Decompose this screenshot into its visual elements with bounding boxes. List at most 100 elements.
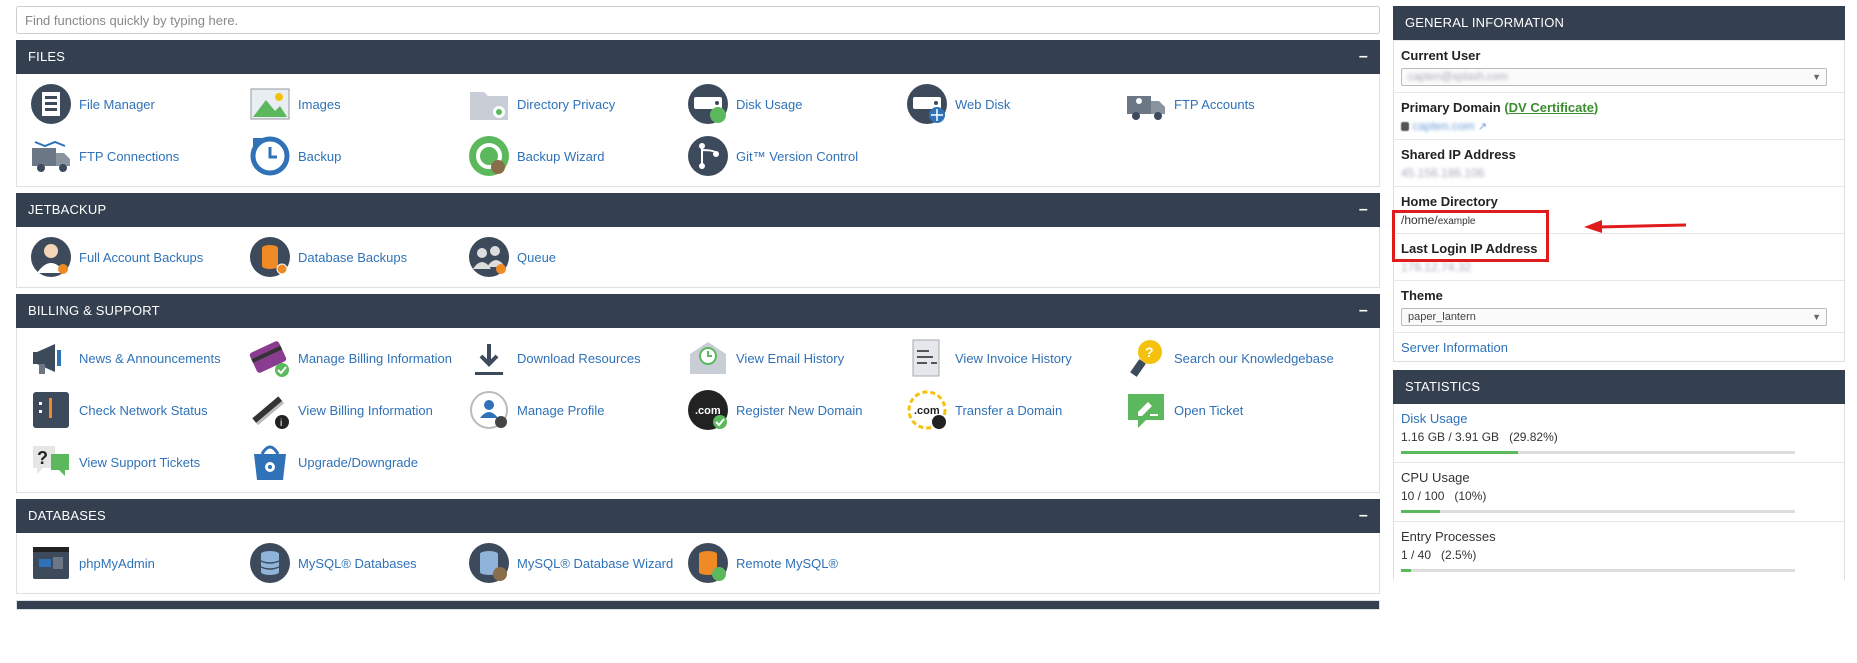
tool-full-account-backups[interactable]: Full Account Backups <box>29 231 248 283</box>
theme-select[interactable]: paper_lantern ▼ <box>1401 308 1827 326</box>
tool-billing-information[interactable]: i View Billing Information <box>248 384 467 436</box>
last-login-row: Last Login IP Address 176.12.74.32 <box>1394 233 1844 280</box>
disk-usage-stat: Disk Usage 1.16 GB / 3.91 GB (29.82%) <box>1394 404 1844 462</box>
tool-label: phpMyAdmin <box>79 555 155 571</box>
tool-label: Backup <box>298 148 342 164</box>
database-backups-icon <box>250 237 290 277</box>
collapse-icon[interactable]: – <box>1359 294 1368 328</box>
tool-label: Open Ticket <box>1174 402 1244 418</box>
tool-transfer-domain[interactable]: .com Transfer a Domain <box>905 384 1124 436</box>
tool-label: View Invoice History <box>955 350 1072 366</box>
tool-web-disk[interactable]: Web Disk <box>905 78 1124 130</box>
tool-news-announcements[interactable]: News & Announcements <box>29 332 248 384</box>
home-directory-user: example <box>1437 216 1476 227</box>
svg-text:i: i <box>280 418 282 429</box>
jetbackup-items: Full Account Backups Database Backups Queu… <box>17 227 1379 287</box>
register-domain-icon: .com <box>688 390 728 430</box>
open-ticket-icon <box>1128 394 1164 428</box>
tool-mysql-wizard[interactable]: MySQL® Database Wizard <box>467 537 686 589</box>
collapse-icon[interactable]: – <box>1359 499 1368 533</box>
tool-phpmyadmin[interactable]: phpMyAdmin <box>29 537 248 589</box>
tool-label: Register New Domain <box>736 402 863 418</box>
current-user-row: Current User capten@splash.com ▼ <box>1394 40 1844 92</box>
entry-processes-value: 1 / 40 <box>1401 548 1432 562</box>
tool-queue[interactable]: Queue <box>467 231 686 283</box>
chevron-down-icon: ▼ <box>1812 72 1821 82</box>
next-panel-bar[interactable] <box>17 601 1379 609</box>
panel-title: FILES <box>28 49 66 64</box>
tool-upgrade-downgrade[interactable]: Upgrade/Downgrade <box>248 436 467 488</box>
tool-support-tickets[interactable]: ? View Support Tickets <box>29 436 248 488</box>
tool-label: Backup Wizard <box>517 148 605 164</box>
dv-certificate-link[interactable]: DV Certificate <box>1509 100 1594 115</box>
files-panel: FILES – File Manager Images Directory Priv… <box>16 40 1380 187</box>
cpu-usage-percent: (10%) <box>1454 489 1487 503</box>
svg-text:?: ? <box>1145 344 1154 360</box>
tool-manage-profile[interactable]: Manage Profile <box>467 384 686 436</box>
tool-label: Full Account Backups <box>79 249 204 265</box>
tool-label: News & Announcements <box>79 350 221 366</box>
tool-label: Transfer a Domain <box>955 402 1063 418</box>
tool-label: Git™ Version Control <box>736 148 859 164</box>
invoice-history-icon <box>912 339 940 377</box>
transfer-domain-icon: .com <box>907 390 947 430</box>
shared-ip-row: Shared IP Address 45.156.186.106 <box>1394 139 1844 186</box>
tool-label: Remote MySQL® <box>736 555 839 571</box>
primary-domain-link[interactable]: capten.com <box>1412 119 1474 133</box>
tool-backup[interactable]: Backup <box>248 130 467 182</box>
search-input[interactable] <box>16 6 1380 34</box>
tool-remote-mysql[interactable]: Remote MySQL® <box>686 537 905 589</box>
sidebar: GENERAL INFORMATION Current User capten@… <box>1393 6 1845 588</box>
databases-panel-header[interactable]: DATABASES – <box>16 499 1380 533</box>
directory-privacy-icon <box>470 92 508 120</box>
jetbackup-panel: JETBACKUP – Full Account Backups Database… <box>16 193 1380 288</box>
cpu-usage-bar <box>1401 510 1795 513</box>
tool-images[interactable]: Images <box>248 78 467 130</box>
tool-label: Manage Profile <box>517 402 605 418</box>
tool-knowledgebase[interactable]: ? Search our Knowledgebase <box>1124 332 1343 384</box>
collapse-icon[interactable]: – <box>1359 40 1368 74</box>
backup-icon <box>250 136 290 176</box>
disk-usage-value: 1.16 GB / 3.91 GB <box>1401 430 1500 444</box>
tool-label: Directory Privacy <box>517 96 616 112</box>
tool-file-manager[interactable]: File Manager <box>29 78 248 130</box>
disk-usage-percent: (29.82%) <box>1509 430 1558 444</box>
tool-ftp-accounts[interactable]: FTP Accounts <box>1124 78 1343 130</box>
disk-usage-link[interactable]: Disk Usage <box>1401 411 1837 426</box>
news-announcements-icon <box>33 344 61 374</box>
tool-backup-wizard[interactable]: Backup Wizard <box>467 130 686 182</box>
dv-close-paren: ) <box>1593 100 1599 115</box>
files-items: File Manager Images Directory Privacy Disk … <box>17 74 1379 186</box>
tool-disk-usage[interactable]: Disk Usage <box>686 78 905 130</box>
tool-network-status[interactable]: Check Network Status <box>29 384 248 436</box>
files-panel-header[interactable]: FILES – <box>16 40 1380 74</box>
tool-register-domain[interactable]: .com Register New Domain <box>686 384 905 436</box>
tool-ftp-connections[interactable]: FTP Connections <box>29 130 248 182</box>
collapse-icon[interactable]: – <box>1359 193 1368 227</box>
current-user-select[interactable]: capten@splash.com ▼ <box>1401 68 1827 86</box>
tool-git-version-control[interactable]: Git™ Version Control <box>686 130 905 182</box>
home-directory-prefix: /home/ <box>1401 213 1438 227</box>
tool-email-history[interactable]: View Email History <box>686 332 905 384</box>
general-information-header: GENERAL INFORMATION <box>1393 6 1845 40</box>
ftp-accounts-icon <box>1127 96 1165 120</box>
annotation-arrow-icon <box>1584 220 1687 233</box>
tool-label: Download Resources <box>517 350 641 366</box>
cpu-usage-stat: CPU Usage 10 / 100 (10%) <box>1394 462 1844 521</box>
tool-label: Search our Knowledgebase <box>1174 350 1334 366</box>
tool-invoice-history[interactable]: View Invoice History <box>905 332 1124 384</box>
theme-label: Theme <box>1401 288 1443 303</box>
images-icon <box>250 88 290 120</box>
tool-download-resources[interactable]: Download Resources <box>467 332 686 384</box>
tool-manage-billing[interactable]: Manage Billing Information <box>248 332 467 384</box>
billing-panel-header[interactable]: BILLING & SUPPORT – <box>16 294 1380 328</box>
tool-mysql-databases[interactable]: MySQL® Databases <box>248 537 467 589</box>
jetbackup-panel-header[interactable]: JETBACKUP – <box>16 193 1380 227</box>
tool-open-ticket[interactable]: Open Ticket <box>1124 384 1343 436</box>
full-account-backups-icon <box>31 237 71 277</box>
panel-title: JETBACKUP <box>28 202 107 217</box>
server-information-link[interactable]: Server Information <box>1401 340 1508 355</box>
tool-label: Web Disk <box>955 96 1011 112</box>
tool-database-backups[interactable]: Database Backups <box>248 231 467 283</box>
tool-directory-privacy[interactable]: Directory Privacy <box>467 78 686 130</box>
